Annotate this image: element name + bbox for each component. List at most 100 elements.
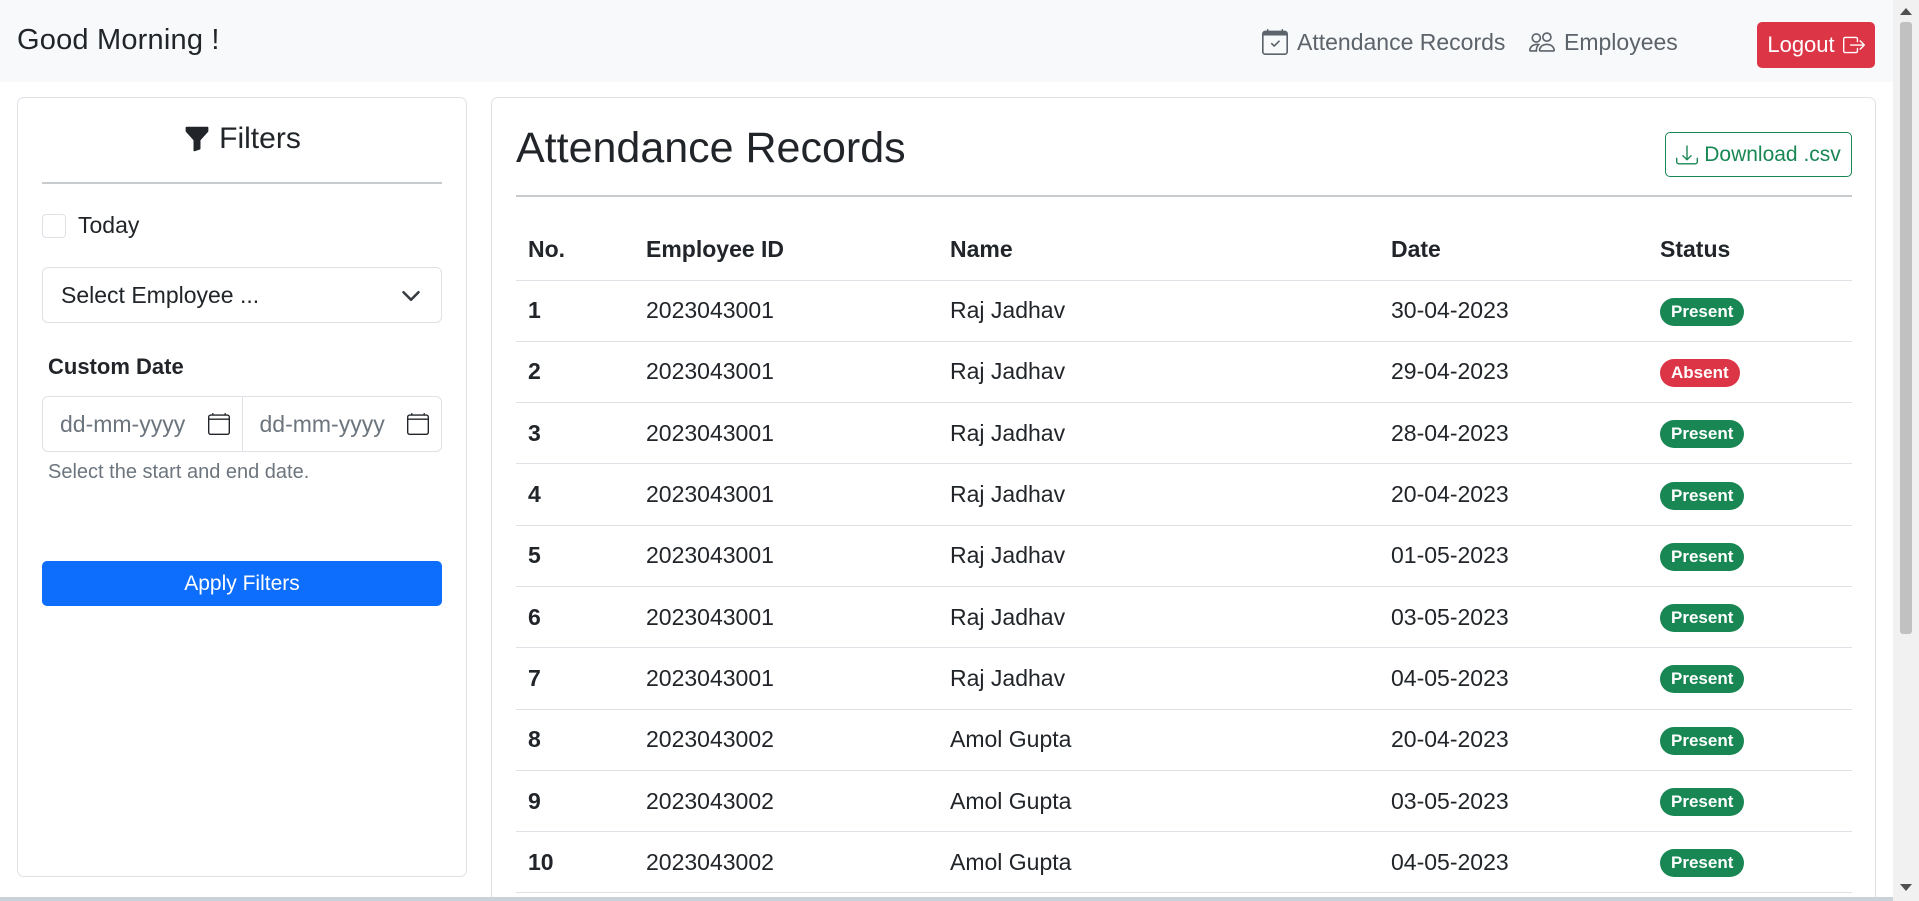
cell-date: 04-05-2023 <box>1379 647 1648 710</box>
column-header-employee-id: Employee ID <box>634 220 938 281</box>
status-badge: Present <box>1660 665 1745 694</box>
cell-no: 6 <box>516 586 634 649</box>
date-range-group: dd-mm-yyyy dd-mm-yyyy <box>42 396 442 452</box>
cell-status: Absent <box>1648 341 1852 404</box>
cell-no: 10 <box>516 831 634 894</box>
scroll-down-arrow-icon[interactable] <box>1900 884 1912 891</box>
employee-select[interactable]: Select Employee ... <box>42 267 442 323</box>
cell-status: Present <box>1648 525 1852 587</box>
download-csv-button[interactable]: Download .csv <box>1665 132 1852 177</box>
table-row: 5 2023043001 Raj Jadhav 01-05-2023 Prese… <box>516 525 1852 587</box>
cell-employee-id: 2023043001 <box>634 525 938 587</box>
cell-employee-id: 2023043001 <box>634 586 938 649</box>
scroll-up-arrow-icon[interactable] <box>1900 8 1912 15</box>
cell-name: Raj Jadhav <box>938 402 1379 465</box>
table-row: 8 2023043002 Amol Gupta 20-04-2023 Prese… <box>516 709 1852 771</box>
cell-date: 20-04-2023 <box>1379 709 1648 771</box>
employee-select-value: Select Employee ... <box>61 281 260 308</box>
status-badge: Absent <box>1660 358 1740 387</box>
cell-no: 5 <box>516 525 634 587</box>
cell-employee-id: 2023043001 <box>634 280 938 342</box>
page-scrollbar[interactable] <box>1893 0 1919 901</box>
cell-status: Present <box>1648 831 1852 894</box>
start-date-input[interactable]: dd-mm-yyyy <box>43 397 242 451</box>
calendar-icon[interactable] <box>207 413 230 435</box>
nav-link-label: Employees <box>1564 28 1678 55</box>
table-row: 2 2023043001 Raj Jadhav 29-04-2023 Absen… <box>516 341 1852 404</box>
today-checkbox[interactable] <box>42 213 66 238</box>
cell-no: 2 <box>516 341 634 404</box>
status-badge: Present <box>1660 788 1745 817</box>
calendar-check-icon <box>1262 29 1288 55</box>
cell-name: Raj Jadhav <box>938 280 1379 342</box>
status-badge: Present <box>1660 542 1745 571</box>
attendance-table: No. Employee ID Name Date Status 1 20230… <box>516 220 1852 894</box>
cell-date: 01-05-2023 <box>1379 525 1648 587</box>
cell-status: Present <box>1648 586 1852 649</box>
end-date-placeholder: dd-mm-yyyy <box>259 410 385 437</box>
calendar-icon[interactable] <box>407 413 429 435</box>
cell-no: 1 <box>516 280 634 342</box>
status-badge: Present <box>1660 726 1745 755</box>
filters-heading: Filters <box>18 122 466 156</box>
download-label: Download .csv <box>1704 142 1841 166</box>
date-help-text: Select the start and end date. <box>48 461 310 483</box>
status-badge: Present <box>1660 849 1745 878</box>
navbar: Good Morning ! Attendance Records Employ… <box>0 0 1893 82</box>
column-header-date: Date <box>1379 220 1648 281</box>
table-row: 9 2023043002 Amol Gupta 03-05-2023 Prese… <box>516 770 1852 833</box>
status-badge: Present <box>1660 604 1745 633</box>
status-badge: Present <box>1660 420 1745 449</box>
status-badge: Present <box>1660 297 1745 326</box>
cell-name: Raj Jadhav <box>938 647 1379 710</box>
cell-no: 7 <box>516 647 634 710</box>
cell-employee-id: 2023043002 <box>634 831 938 894</box>
filters-title: Filters <box>219 122 301 155</box>
filters-card: Filters Today Select Employee ... Custom… <box>17 97 467 877</box>
cell-status: Present <box>1648 770 1852 833</box>
cell-status: Present <box>1648 647 1852 710</box>
cell-name: Raj Jadhav <box>938 463 1379 526</box>
cell-no: 4 <box>516 463 634 526</box>
cell-date: 03-05-2023 <box>1379 770 1648 833</box>
cell-date: 28-04-2023 <box>1379 402 1648 465</box>
today-filter[interactable]: Today <box>42 212 139 239</box>
cell-employee-id: 2023043001 <box>634 341 938 404</box>
cell-date: 29-04-2023 <box>1379 341 1648 404</box>
cell-name: Raj Jadhav <box>938 586 1379 649</box>
status-badge: Present <box>1660 481 1745 510</box>
table-row: 3 2023043001 Raj Jadhav 28-04-2023 Prese… <box>516 402 1852 465</box>
apply-filters-button[interactable]: Apply Filters <box>42 561 442 606</box>
logout-label: Logout <box>1767 32 1835 57</box>
column-header-no: No. <box>516 220 634 281</box>
cell-employee-id: 2023043002 <box>634 709 938 771</box>
table-row: 1 2023043001 Raj Jadhav 30-04-2023 Prese… <box>516 280 1852 342</box>
logout-button[interactable]: Logout <box>1757 22 1875 68</box>
cell-name: Raj Jadhav <box>938 525 1379 587</box>
column-header-name: Name <box>938 220 1379 281</box>
table-row: 4 2023043001 Raj Jadhav 20-04-2023 Prese… <box>516 463 1852 526</box>
chevron-down-icon <box>402 291 420 301</box>
cell-employee-id: 2023043001 <box>634 647 938 710</box>
download-icon <box>1676 144 1699 164</box>
table-row: 10 2023043002 Amol Gupta 04-05-2023 Pres… <box>516 831 1852 894</box>
cell-date: 04-05-2023 <box>1379 831 1648 894</box>
cell-employee-id: 2023043001 <box>634 463 938 526</box>
cell-status: Present <box>1648 280 1852 342</box>
cell-no: 3 <box>516 402 634 465</box>
end-date-input[interactable]: dd-mm-yyyy <box>241 397 442 451</box>
nav-link-employees[interactable]: Employees <box>1529 26 1678 58</box>
cell-status: Present <box>1648 709 1852 771</box>
page-title: Attendance Records <box>516 124 906 172</box>
table-header-row: No. Employee ID Name Date Status <box>516 220 1852 281</box>
custom-date-label: Custom Date <box>48 354 184 379</box>
records-divider <box>516 195 1852 197</box>
records-card: Attendance Records Download .csv No. Emp… <box>491 97 1876 901</box>
cell-no: 9 <box>516 770 634 833</box>
greeting-brand: Good Morning ! <box>17 24 220 56</box>
cell-status: Present <box>1648 463 1852 526</box>
nav-link-attendance-records[interactable]: Attendance Records <box>1262 26 1505 58</box>
cell-date: 20-04-2023 <box>1379 463 1648 526</box>
scrollbar-thumb[interactable] <box>1900 22 1912 634</box>
cell-name: Raj Jadhav <box>938 341 1379 404</box>
